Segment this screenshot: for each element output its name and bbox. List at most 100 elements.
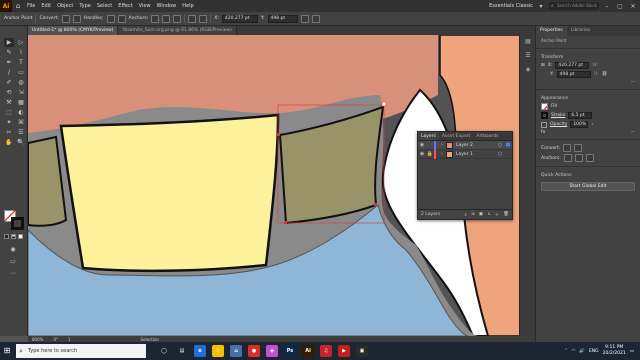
menu-view[interactable]: View <box>136 0 154 12</box>
tab-artboards[interactable]: Artboards <box>473 132 501 140</box>
tool-14-icon[interactable]: ⬚ <box>4 108 14 117</box>
tool-0-icon[interactable]: ▶ <box>4 38 14 47</box>
align-icon[interactable] <box>199 14 208 23</box>
tab-properties[interactable]: Properties <box>536 26 567 36</box>
workspace-switcher[interactable]: Essentials Classic <box>489 3 533 9</box>
chevron-right-icon[interactable]: › <box>438 142 446 148</box>
layer-name[interactable]: Layer 1 <box>456 152 496 157</box>
menu-help[interactable]: Help <box>179 0 196 12</box>
taskbar-app-11-icon[interactable]: ▣ <box>356 345 368 357</box>
chevron-right-icon[interactable]: › <box>438 151 446 157</box>
align-to-icon[interactable] <box>311 14 320 23</box>
minimize-icon[interactable]: – <box>602 3 612 10</box>
transform-icon[interactable] <box>300 14 309 23</box>
new-sublayer-icon[interactable]: ↳ <box>487 212 491 217</box>
remove-anchor-icon[interactable] <box>151 14 160 23</box>
taskbar-app-10-icon[interactable]: ▶ <box>338 345 350 357</box>
stroke-weight-field[interactable]: 6.5 pt <box>568 112 593 119</box>
stock-search-input[interactable]: Search Adobe Stock <box>549 2 599 10</box>
tool-5-icon[interactable]: T <box>16 58 26 67</box>
tool-18-icon[interactable]: ✂ <box>4 128 14 137</box>
menu-effect[interactable]: Effect <box>115 0 135 12</box>
convert-corner-icon[interactable] <box>563 144 572 152</box>
color-icon[interactable] <box>4 234 9 239</box>
opacity-label[interactable]: Opacity <box>550 122 567 127</box>
isolate-icon[interactable] <box>188 14 197 23</box>
tool-7-icon[interactable]: ▭ <box>16 68 26 77</box>
connect-anchor-icon[interactable] <box>162 14 171 23</box>
layers-dock-icon[interactable]: ◈ <box>520 63 536 77</box>
chevron-down-icon[interactable]: ▾ <box>536 3 546 10</box>
tool-11-icon[interactable]: ⇲ <box>16 88 26 97</box>
tab-untitled-1[interactable]: Untitled-1* @ 800% (CMYK/Preview) <box>28 26 119 35</box>
taskbar-search-input[interactable]: Type here to search <box>16 344 146 358</box>
tool-2-icon[interactable]: ✎ <box>4 48 14 57</box>
convert-corner-icon[interactable] <box>61 14 70 23</box>
taskbar-app-2-icon[interactable]: e <box>194 345 206 357</box>
reference-point-icon[interactable]: ⊞ <box>541 63 545 68</box>
clock[interactable]: 9:11 PM 20/2/2021 <box>603 345 626 357</box>
tool-12-icon[interactable]: ⚒ <box>4 98 14 107</box>
taskbar-app-0-icon[interactable]: ◯ <box>158 345 170 357</box>
tab-layers[interactable]: Layers <box>418 132 439 140</box>
y-field[interactable]: 498 pt <box>556 71 591 78</box>
x-field[interactable]: 420.277 pt <box>221 14 258 23</box>
tool-15-icon[interactable]: ◐ <box>16 108 26 117</box>
properties-dock-icon[interactable]: ▤ <box>520 35 536 49</box>
tool-20-icon[interactable]: ✋ <box>4 138 14 147</box>
target-icon[interactable]: ○ <box>496 142 504 148</box>
start-global-edit-button[interactable]: Start Global Edit <box>541 182 635 191</box>
opacity-field[interactable]: 100% <box>570 121 589 128</box>
volume-icon[interactable]: 🔊 <box>579 349 585 354</box>
convert-smooth-icon[interactable] <box>574 144 583 152</box>
taskbar-app-5-icon[interactable]: ● <box>248 345 260 357</box>
zoom-level[interactable]: 800% <box>32 337 43 342</box>
taskbar-app-1-icon[interactable]: ▤ <box>176 345 188 357</box>
delete-icon[interactable]: 🗑 <box>503 212 512 217</box>
menu-object[interactable]: Object <box>54 0 76 12</box>
none-icon[interactable] <box>18 234 23 239</box>
menu-select[interactable]: Select <box>94 0 115 12</box>
notifications-icon[interactable]: ▭ <box>630 349 634 354</box>
tab-asset-export[interactable]: Asset Export <box>439 132 473 140</box>
tool-8-icon[interactable]: ✐ <box>4 78 14 87</box>
tool-13-icon[interactable]: ▦ <box>16 98 26 107</box>
eye-icon[interactable]: ◉ <box>418 151 426 157</box>
selection-indicator[interactable]: ■ <box>504 142 512 148</box>
libraries-dock-icon[interactable]: ☰ <box>520 49 536 63</box>
target-icon[interactable]: ○ <box>496 151 504 157</box>
network-icon[interactable]: ◠ <box>571 349 575 354</box>
tool-6-icon[interactable]: / <box>4 68 14 77</box>
search-layer-icon[interactable]: ⌕ <box>464 212 467 218</box>
export-icon[interactable]: ⇲ <box>471 212 475 217</box>
rotate-angle[interactable]: 0° <box>53 337 58 342</box>
remove-anchor-icon[interactable] <box>563 154 572 162</box>
anchor-point[interactable] <box>381 101 387 107</box>
tool-4-icon[interactable]: ✒ <box>4 58 14 67</box>
new-layer-icon[interactable]: ＋ <box>495 212 500 218</box>
taskbar-app-4-icon[interactable]: ⌂ <box>230 345 242 357</box>
close-icon[interactable]: ✕ <box>628 3 638 10</box>
anchor-point[interactable] <box>284 221 287 224</box>
more-options-icon[interactable]: ⋯ <box>631 130 636 135</box>
home-icon[interactable]: ⌂ <box>12 0 24 12</box>
hide-handles-icon[interactable] <box>106 14 115 23</box>
connect-anchor-icon[interactable] <box>574 154 583 162</box>
windows-start-icon[interactable]: ⊞ <box>0 342 14 360</box>
stroke-label[interactable]: Stroke <box>551 113 565 118</box>
tool-10-icon[interactable]: ⟲ <box>4 88 14 97</box>
convert-smooth-icon[interactable] <box>72 14 81 23</box>
more-options-icon[interactable]: ⋯ <box>631 80 636 85</box>
link-icon[interactable]: ⛓ <box>602 72 608 77</box>
tool-3-icon[interactable]: ⌇ <box>16 48 26 57</box>
fill-swatch[interactable] <box>541 103 548 110</box>
lock-icon[interactable]: 🔒 <box>426 151 434 157</box>
taskbar-app-8-icon[interactable]: Ai <box>302 345 314 357</box>
tool-9-icon[interactable]: ◍ <box>16 78 26 87</box>
show-handles-icon[interactable] <box>117 14 126 23</box>
fill-stroke-swatch[interactable] <box>4 209 24 230</box>
stroke-swatch[interactable] <box>541 112 548 119</box>
menu-type[interactable]: Type <box>76 0 93 12</box>
tab-yosemite-sam[interactable]: Yosemite_Sam.org.png @ 61.86% (RGB/Previ… <box>118 26 237 35</box>
yellow-shape[interactable] <box>59 113 280 273</box>
